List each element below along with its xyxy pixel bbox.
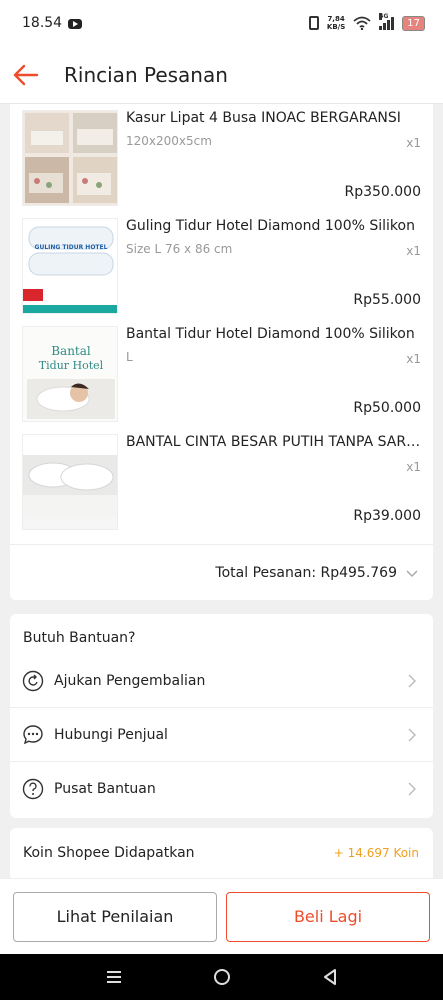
net-speed-unit: KB/S <box>326 23 346 31</box>
help-item-label: Pusat Bantuan <box>54 781 156 797</box>
status-bar: 18.54 7,84 KB/S 4G 17 <box>0 0 443 46</box>
view-rating-button[interactable]: Lihat Penilaian <box>13 891 217 942</box>
product-thumbnail <box>22 434 118 530</box>
chat-icon <box>23 724 43 744</box>
help-center-item[interactable]: Pusat Bantuan <box>10 762 433 816</box>
order-item[interactable]: Bantal Tidur Hotel Bantal Tidur Hotel Di… <box>10 326 433 434</box>
product-name: BANTAL CINTA BESAR PUTIH TANPA SARUNG <box>126 434 426 450</box>
contact-seller-item[interactable]: Hubungi Penjual <box>10 708 433 762</box>
chevron-right-icon <box>408 728 416 742</box>
chevron-right-icon <box>408 674 416 688</box>
order-total: Total Pesanan: Rp495.769 <box>215 564 397 581</box>
signal-label: 4G <box>379 13 389 20</box>
help-icon <box>22 778 44 800</box>
thumb-bantal-line1: Bantal <box>51 344 91 358</box>
menu-icon[interactable] <box>105 969 123 985</box>
return-icon <box>22 670 44 691</box>
product-name: Kasur Lipat 4 Busa INOAC BERGARANSI <box>126 110 401 126</box>
product-variant: 120x200x5cm <box>126 134 212 148</box>
system-nav-bar <box>0 954 443 1000</box>
product-price: Rp39.000 <box>353 508 421 524</box>
buy-again-button[interactable]: Beli Lagi <box>226 891 430 942</box>
thumb-bantal-line2: Tidur Hotel <box>39 359 104 372</box>
help-item-label: Ajukan Pengembalian <box>54 672 206 689</box>
coins-label: Koin Shopee Didapatkan <box>23 845 195 861</box>
chevron-right-icon <box>408 782 416 796</box>
wifi-icon <box>353 16 371 30</box>
back-nav-icon[interactable] <box>322 968 338 986</box>
product-price: Rp50.000 <box>353 400 421 416</box>
battery-indicator: 17 <box>402 15 425 31</box>
status-icons: 7,84 KB/S 4G 17 <box>308 13 425 31</box>
help-item-label: Hubungi Penjual <box>54 726 168 743</box>
product-name: Guling Tidur Hotel Diamond 100% Silikon <box>126 218 415 234</box>
product-quantity: x1 <box>406 460 421 474</box>
net-speed: 7,84 KB/S <box>327 15 345 31</box>
product-variant: Size L 76 x 86 cm <box>126 242 233 256</box>
back-arrow-icon[interactable] <box>10 59 42 91</box>
youtube-notification-icon <box>68 19 83 29</box>
product-thumbnail: GULING TIDUR HOTEL <box>22 218 118 314</box>
home-icon[interactable] <box>213 968 231 986</box>
help-title: Butuh Bantuan? <box>23 630 136 646</box>
coins-value: + 14.697 Koin <box>333 846 419 860</box>
product-thumbnail <box>22 110 118 206</box>
order-item[interactable]: GULING TIDUR HOTEL Guling Tidur Hotel Di… <box>10 218 433 326</box>
help-section: Butuh Bantuan? Ajukan Pengembalian Hubun… <box>10 614 433 818</box>
bottom-action-bar: Lihat Penilaian Beli Lagi <box>0 878 443 954</box>
order-items-card: Kasur Lipat 4 Busa INOAC BERGARANSI 120x… <box>10 104 433 600</box>
product-quantity: x1 <box>406 244 421 258</box>
product-price: Rp55.000 <box>353 292 421 308</box>
product-variant: L <box>126 350 133 364</box>
chevron-down-icon <box>406 569 418 577</box>
cell-signal-icon: 4G <box>379 13 395 30</box>
status-time: 18.54 <box>22 15 63 31</box>
vibrate-icon <box>308 16 319 30</box>
product-name: Bantal Tidur Hotel Diamond 100% Silikon <box>126 326 415 342</box>
thumb-guling-label: GULING TIDUR HOTEL <box>35 244 108 251</box>
app-bar: Rincian Pesanan <box>0 46 443 104</box>
order-total-row[interactable]: Total Pesanan: Rp495.769 <box>10 544 433 600</box>
product-thumbnail: Bantal Tidur Hotel <box>22 326 118 422</box>
shopee-coins-row: Koin Shopee Didapatkan + 14.697 Koin <box>10 828 433 878</box>
return-request-item[interactable]: Ajukan Pengembalian <box>10 654 433 708</box>
net-speed-value: 7,84 <box>327 15 345 23</box>
order-item[interactable]: BANTAL CINTA BESAR PUTIH TANPA SARUNG x1… <box>10 434 433 542</box>
order-item[interactable]: Kasur Lipat 4 Busa INOAC BERGARANSI 120x… <box>10 110 433 218</box>
page-title: Rincian Pesanan <box>64 62 228 87</box>
product-price: Rp350.000 <box>344 184 421 200</box>
product-quantity: x1 <box>406 352 421 366</box>
product-quantity: x1 <box>406 136 421 150</box>
